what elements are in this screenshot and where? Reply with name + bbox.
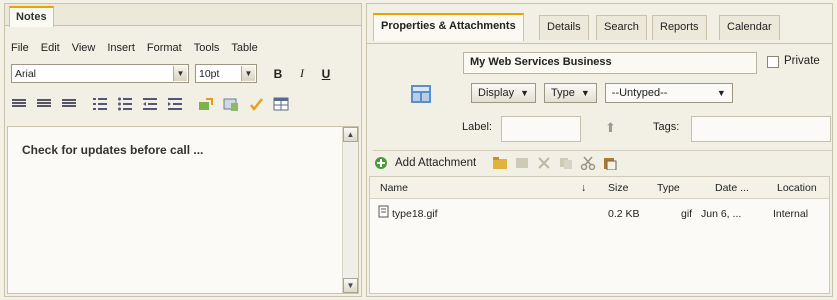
add-attachment-icon[interactable] (373, 156, 389, 170)
menu-tools[interactable]: Tools (194, 42, 220, 54)
private-checkbox[interactable] (767, 56, 779, 68)
notes-tabbar: Notes (5, 4, 361, 27)
tab-reports[interactable]: Reports (652, 15, 707, 40)
tab-search[interactable]: Search (596, 15, 647, 40)
notes-scrollbar[interactable]: ▲ ▼ (342, 127, 358, 293)
copy-icon[interactable] (558, 156, 574, 170)
table-icon[interactable] (273, 96, 289, 112)
align-left-icon[interactable] (11, 96, 27, 112)
display-label: Display (478, 87, 515, 99)
edit-attachment-icon[interactable] (514, 156, 530, 170)
label-caption: Label: (462, 121, 492, 133)
chevron-down-icon: ▼ (241, 66, 255, 81)
type-label: Type (551, 87, 575, 99)
spellcheck-icon[interactable] (248, 96, 264, 112)
column-size[interactable]: Size (608, 182, 628, 194)
underline-button[interactable]: U (317, 65, 335, 83)
column-name[interactable]: Name (380, 182, 408, 194)
attachment-location: Internal (773, 208, 809, 220)
menu-format[interactable]: Format (147, 42, 182, 54)
tags-caption: Tags: (653, 121, 680, 133)
notes-content[interactable]: Check for updates before call ... (22, 143, 203, 157)
item-type-icon[interactable] (411, 85, 431, 103)
menu-file[interactable]: File (11, 42, 29, 54)
menu-edit[interactable]: Edit (41, 42, 60, 54)
outdent-icon[interactable] (142, 96, 158, 112)
notes-panel: Notes File Edit View Insert Format Tools… (4, 3, 362, 297)
attachment-date: Jun 6, ... (701, 208, 742, 220)
paste-icon[interactable] (602, 156, 618, 170)
arrow-up-icon[interactable]: ⬆ (605, 120, 616, 136)
tab-calendar[interactable]: Calendar (719, 15, 780, 40)
cut-icon[interactable] (580, 156, 596, 170)
column-date[interactable]: Date ... (715, 182, 749, 194)
font-size-value: 10pt (199, 67, 220, 80)
menu-table[interactable]: Table (231, 42, 257, 54)
menu-insert[interactable]: Insert (107, 42, 135, 54)
delete-attachment-icon[interactable] (536, 156, 552, 170)
sort-descending-icon: ↓ (581, 182, 587, 194)
chevron-down-icon: ▼ (580, 88, 590, 98)
table-row[interactable]: type18.gif 0.2 KB gif Jun 6, ... Interna… (370, 203, 829, 221)
item-title-input[interactable]: My Web Services Business (463, 52, 757, 74)
italic-button[interactable]: I (293, 65, 311, 83)
properties-tabbar: Properties & Attachments Details Search … (367, 4, 832, 44)
font-size-select[interactable]: 10pt ▼ (195, 64, 257, 83)
bold-button[interactable]: B (269, 65, 287, 83)
chevron-down-icon: ▼ (716, 88, 726, 98)
bullet-list-icon[interactable] (117, 96, 133, 112)
label-input[interactable] (501, 116, 581, 142)
table-header: Name ↓ Size Type Date ... Location (370, 177, 829, 199)
attachments-table: Name ↓ Size Type Date ... Location type1… (369, 176, 830, 294)
font-family-value: Arial (15, 67, 37, 80)
type-dropdown[interactable]: Type ▼ (544, 83, 597, 103)
add-attachment-button[interactable]: Add Attachment (395, 157, 476, 169)
paragraph-toolbar (11, 96, 289, 112)
column-location[interactable]: Location (777, 182, 817, 194)
tags-input[interactable] (691, 116, 831, 142)
properties-panel: Properties & Attachments Details Search … (366, 3, 833, 297)
classification-row: Display ▼ Type ▼ --Untyped-- ▼ (471, 83, 733, 103)
column-type[interactable]: Type (657, 182, 680, 194)
notes-menubar: File Edit View Insert Format Tools Table (11, 42, 258, 54)
tab-notes[interactable]: Notes (9, 6, 54, 27)
attachment-type: gif (681, 208, 693, 220)
private-label: Private (784, 55, 820, 67)
formatting-toolbar: Arial ▼ 10pt ▼ B I U (11, 64, 335, 83)
attachments-toolbar: Add Attachment (373, 150, 832, 172)
align-right-icon[interactable] (61, 96, 77, 112)
chevron-down-icon: ▼ (173, 66, 187, 81)
file-icon (378, 205, 389, 221)
align-center-icon[interactable] (36, 96, 52, 112)
open-folder-icon[interactable] (492, 156, 508, 170)
tab-properties-attachments[interactable]: Properties & Attachments (373, 13, 524, 41)
notes-editor[interactable]: Check for updates before call ... ▲ ▼ (7, 126, 359, 294)
font-family-select[interactable]: Arial ▼ (11, 64, 189, 83)
attachment-name[interactable]: type18.gif (392, 208, 438, 220)
untyped-value: --Untyped-- (611, 87, 668, 99)
tab-details[interactable]: Details (539, 15, 589, 40)
scroll-up-icon[interactable]: ▲ (343, 127, 358, 142)
numbered-list-icon[interactable] (92, 96, 108, 112)
indent-icon[interactable] (167, 96, 183, 112)
attachment-size: 0.2 KB (608, 208, 640, 220)
untyped-select[interactable]: --Untyped-- ▼ (604, 83, 733, 103)
insert-link-icon[interactable] (198, 96, 214, 112)
chevron-down-icon: ▼ (520, 88, 529, 98)
insert-image-icon[interactable] (223, 96, 239, 112)
menu-view[interactable]: View (72, 42, 96, 54)
scroll-down-icon[interactable]: ▼ (343, 278, 358, 293)
display-dropdown[interactable]: Display ▼ (471, 83, 536, 103)
